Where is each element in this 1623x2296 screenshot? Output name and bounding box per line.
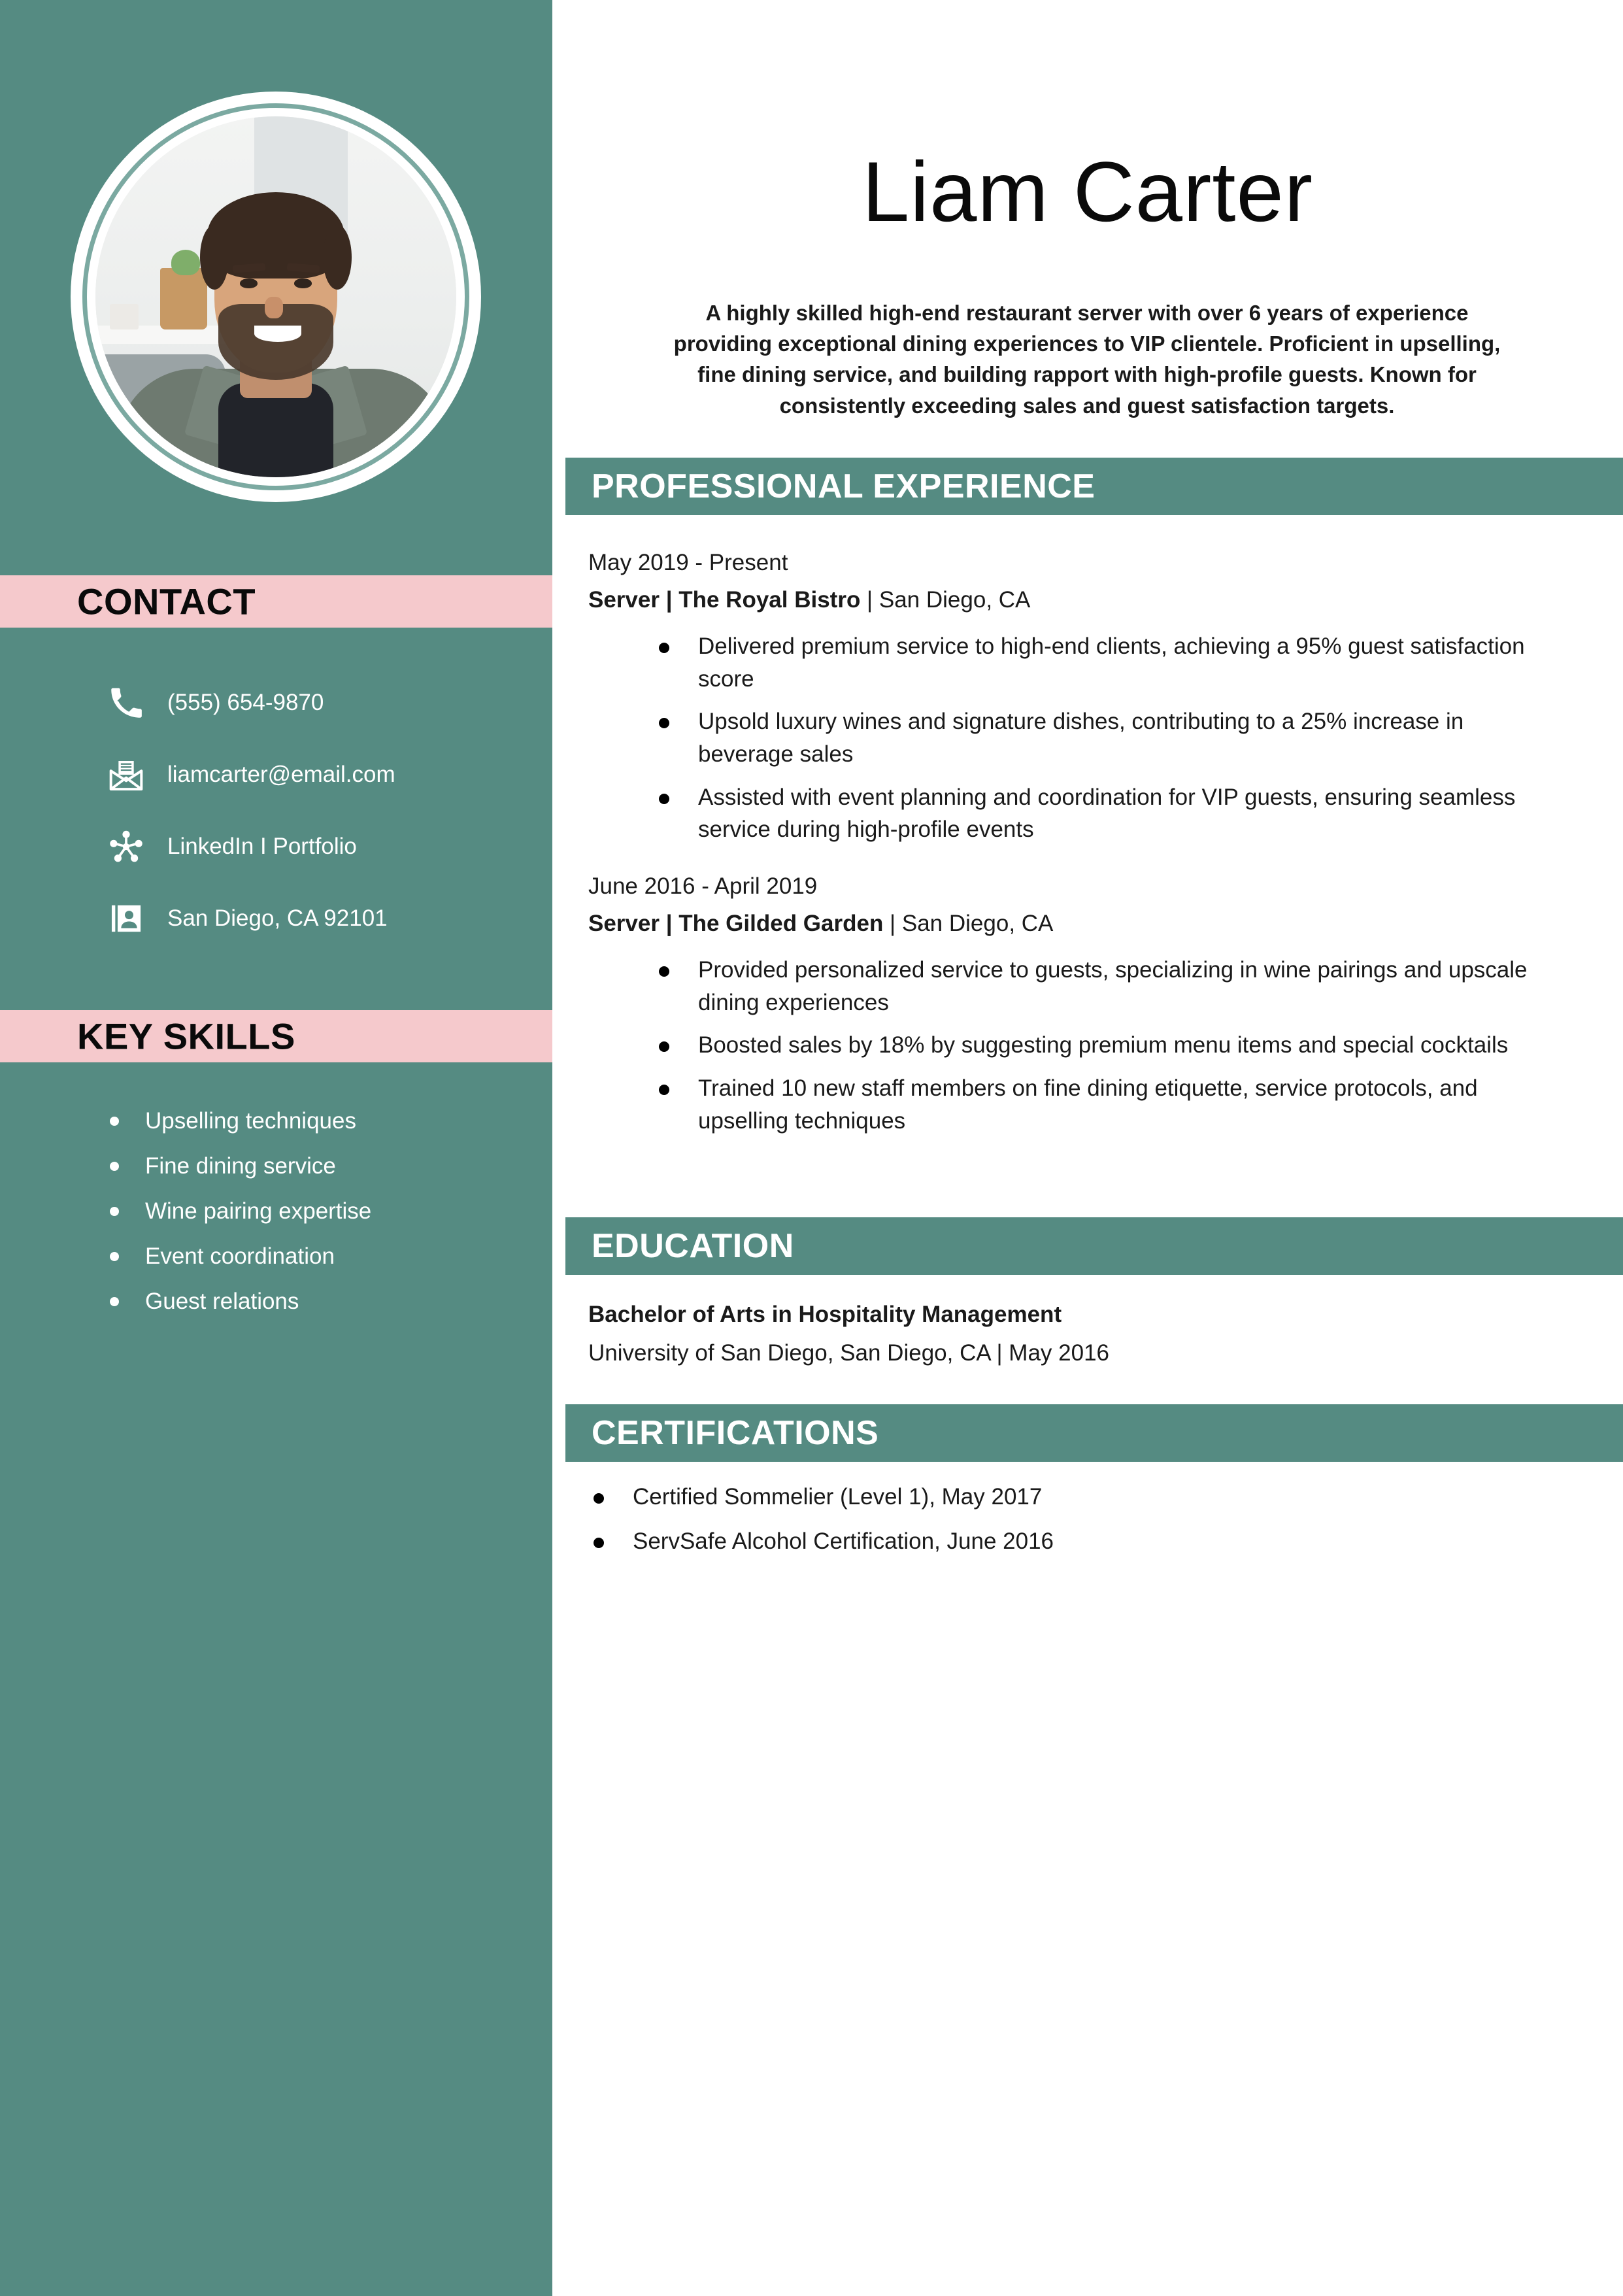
certifications-list: Certified Sommelier (Level 1), May 2017 … — [588, 1481, 1569, 1569]
network-share-icon — [106, 826, 146, 867]
main-column: Liam Carter A highly skilled high-end re… — [552, 0, 1623, 2296]
email-value: liamcarter@email.com — [167, 762, 395, 787]
list-item: Delivered premium service to high-end cl… — [588, 630, 1608, 695]
skills-list: Upselling techniques Fine dining service… — [0, 1098, 552, 1324]
skills-heading: KEY SKILLS — [77, 1015, 295, 1057]
photo-inner — [95, 116, 456, 477]
job-title-line: Server | The Gilded Garden | San Diego, … — [588, 907, 1608, 941]
certification-label: Certified Sommelier (Level 1), May 2017 — [633, 1484, 1043, 1510]
education-heading: EDUCATION — [592, 1227, 794, 1265]
certification-label: ServSafe Alcohol Certification, June 201… — [633, 1528, 1054, 1554]
bullet-label: Assisted with event planning and coordin… — [698, 784, 1516, 843]
skill-label: Event coordination — [145, 1243, 335, 1269]
job-bullets: Delivered premium service to high-end cl… — [588, 630, 1608, 846]
list-item: Upsold luxury wines and signature dishes… — [588, 705, 1608, 770]
skills-section-header: KEY SKILLS — [0, 1010, 552, 1062]
list-item: Fine dining service — [0, 1143, 552, 1189]
location-value: San Diego, CA 92101 — [167, 905, 388, 931]
bullet-label: Trained 10 new staff members on fine din… — [698, 1075, 1478, 1134]
list-item: Wine pairing expertise — [0, 1189, 552, 1234]
list-item: Trained 10 new staff members on fine din… — [588, 1072, 1608, 1137]
envelope-icon — [106, 754, 146, 795]
photo-ring — [82, 103, 469, 490]
contact-item-phone[interactable]: (555) 654-9870 — [0, 667, 552, 739]
contact-item-email[interactable]: liamcarter@email.com — [0, 739, 552, 811]
bullet-icon — [659, 1085, 669, 1096]
list-item: Assisted with event planning and coordin… — [588, 781, 1608, 846]
list-item: Guest relations — [0, 1279, 552, 1324]
list-item: Upselling techniques — [0, 1098, 552, 1143]
bullet-icon — [110, 1251, 119, 1261]
bullet-label: Delivered premium service to high-end cl… — [698, 633, 1525, 692]
job-location: | San Diego, CA — [860, 586, 1031, 613]
bullet-icon — [110, 1116, 119, 1126]
skill-label: Guest relations — [145, 1288, 299, 1314]
job-title-line: Server | The Royal Bistro | San Diego, C… — [588, 583, 1608, 618]
contact-list: (555) 654-9870 liamcarter@email.com Link… — [0, 667, 552, 954]
education-entry: Bachelor of Arts in Hospitality Manageme… — [588, 1298, 1569, 1370]
bullet-label: Boosted sales by 18% by suggesting premi… — [698, 1032, 1509, 1058]
job-role-company: Server | The Royal Bistro — [588, 586, 861, 613]
phone-value: (555) 654-9870 — [167, 690, 324, 715]
list-item: Provided personalized service to guests,… — [588, 954, 1608, 1019]
page-title: Liam Carter — [862, 144, 1314, 239]
bullet-icon — [110, 1206, 119, 1216]
id-card-icon — [106, 898, 146, 939]
bullet-icon — [659, 966, 669, 977]
profile-photo — [71, 92, 481, 502]
job-role-company: Server | The Gilded Garden — [588, 910, 884, 936]
experience-entry: June 2016 - April 2019 Server | The Gild… — [588, 869, 1608, 1147]
professional-summary: A highly skilled high-end restaurant ser… — [673, 301, 1501, 418]
bullet-icon — [110, 1161, 119, 1171]
links-value: LinkedIn I Portfolio — [167, 834, 357, 859]
experience-entry: May 2019 - Present Server | The Royal Bi… — [588, 546, 1608, 856]
list-item: Event coordination — [0, 1234, 552, 1279]
bullet-icon — [659, 1041, 669, 1053]
bullet-icon — [659, 643, 669, 653]
education-school: University of San Diego, San Diego, CA |… — [588, 1340, 1110, 1366]
bullet-icon — [659, 718, 669, 729]
contact-heading: CONTACT — [77, 581, 256, 622]
resume-page: CONTACT (555) 654-9870 liamcarter@email.… — [0, 0, 1623, 2296]
bullet-label: Provided personalized service to guests,… — [698, 957, 1528, 1015]
phone-icon — [106, 683, 146, 723]
list-item: Boosted sales by 18% by suggesting premi… — [588, 1029, 1608, 1062]
list-item: Certified Sommelier (Level 1), May 2017 — [588, 1481, 1569, 1513]
contact-item-location[interactable]: San Diego, CA 92101 — [0, 883, 552, 954]
job-bullets: Provided personalized service to guests,… — [588, 954, 1608, 1137]
left-sidebar: CONTACT (555) 654-9870 liamcarter@email.… — [0, 0, 552, 2296]
certifications-heading: CERTIFICATIONS — [592, 1414, 879, 1452]
job-dates: June 2016 - April 2019 — [588, 873, 818, 899]
contact-item-links[interactable]: LinkedIn I Portfolio — [0, 811, 552, 883]
experience-section-header: PROFESSIONAL EXPERIENCE — [565, 458, 1623, 515]
certifications-section-header: CERTIFICATIONS — [565, 1404, 1623, 1462]
job-location: | San Diego, CA — [883, 910, 1054, 936]
contact-section-header: CONTACT — [0, 575, 552, 628]
skill-label: Wine pairing expertise — [145, 1198, 372, 1224]
bullet-label: Upsold luxury wines and signature dishes… — [698, 709, 1464, 768]
education-degree: Bachelor of Arts in Hospitality Manageme… — [588, 1302, 1062, 1327]
bullet-icon — [659, 793, 669, 804]
skill-label: Upselling techniques — [145, 1107, 356, 1134]
skill-label: Fine dining service — [145, 1153, 336, 1179]
bullet-icon — [594, 1493, 604, 1504]
bullet-icon — [110, 1296, 119, 1306]
list-item: ServSafe Alcohol Certification, June 201… — [588, 1525, 1569, 1558]
education-section-header: EDUCATION — [565, 1217, 1623, 1275]
experience-heading: PROFESSIONAL EXPERIENCE — [592, 467, 1096, 505]
job-dates: May 2019 - Present — [588, 550, 788, 575]
bullet-icon — [594, 1537, 604, 1548]
